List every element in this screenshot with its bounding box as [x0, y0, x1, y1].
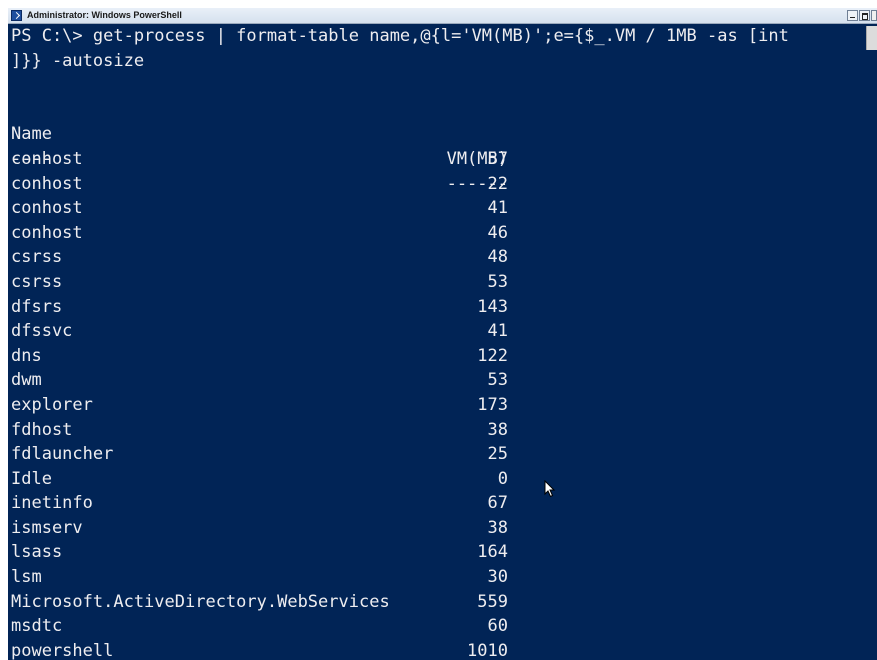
process-name: conhost [11, 148, 83, 169]
process-vm: 0 [497, 468, 508, 489]
process-name: Idle [11, 468, 52, 489]
process-vm: 53 [487, 370, 508, 391]
table-row: Microsoft.ActiveDirectory.WebServices 559 [11, 590, 877, 615]
process-name: fdlauncher [11, 444, 114, 465]
command-line: PS C:\> get-process | format-table name,… [11, 26, 789, 46]
process-vm: 1010 [467, 640, 508, 660]
table-row: dwm 53 [11, 368, 877, 393]
process-vm: 25 [487, 444, 508, 465]
process-vm: 57 [487, 148, 508, 169]
process-table: conhost 57 conhost 22 conhost 41 conhost 46 csrs… [11, 147, 877, 660]
maximize-button[interactable] [859, 10, 870, 21]
table-row: fdlauncher 25 [11, 442, 877, 467]
process-vm: 41 [487, 198, 508, 219]
table-row: inetinfo 67 [11, 491, 877, 516]
close-button[interactable] [871, 10, 877, 21]
process-vm: 46 [487, 222, 508, 243]
process-vm: 38 [487, 419, 508, 440]
table-row: msdtc 60 [11, 614, 877, 639]
process-vm: 173 [477, 394, 508, 415]
title-bar[interactable]: Administrator: Windows PowerShell [8, 8, 877, 24]
process-vm: 41 [487, 321, 508, 342]
command-line-continuation: ]}} -autosize [11, 50, 145, 71]
scrollbar[interactable] [866, 26, 877, 50]
table-row: lsass 164 [11, 540, 877, 565]
process-name: csrss [11, 247, 63, 268]
process-vm: 122 [477, 345, 508, 366]
process-name: conhost [11, 198, 83, 219]
process-vm: 559 [477, 591, 508, 612]
process-vm: 53 [487, 271, 508, 292]
process-vm: 38 [487, 517, 508, 538]
process-name: dfssvc [11, 321, 73, 342]
process-vm: 60 [487, 616, 508, 637]
console-output[interactable]: PS C:\> get-process | format-table name,… [8, 24, 877, 660]
table-separator: ---- ------ [11, 122, 877, 194]
table-row: conhost 57 [11, 147, 877, 172]
process-name: powershell [11, 640, 114, 660]
process-name: lsm [11, 567, 42, 588]
process-vm: 164 [477, 542, 508, 563]
process-vm: 67 [487, 493, 508, 514]
process-name: inetinfo [11, 493, 93, 514]
process-vm: 22 [487, 173, 508, 194]
table-row: Idle 0 [11, 467, 877, 492]
table-row: dns 122 [11, 344, 877, 369]
table-row: powershell 1010 [11, 639, 877, 660]
process-vm: 30 [487, 567, 508, 588]
window-title: Administrator: Windows PowerShell [27, 10, 182, 20]
process-name: msdtc [11, 616, 63, 637]
table-header: Name VM(MB) [11, 98, 877, 169]
process-name: Microsoft.ActiveDirectory.WebServices [11, 591, 390, 612]
process-name: csrss [11, 271, 63, 292]
process-name: conhost [11, 222, 83, 243]
table-row: fdhost 38 [11, 418, 877, 443]
process-name: lsass [11, 542, 63, 563]
process-name: dfsrs [11, 296, 63, 317]
process-name: fdhost [11, 419, 73, 440]
powershell-window[interactable]: Administrator: Windows PowerShell PS C:\… [8, 8, 877, 660]
table-row: conhost 22 [11, 172, 877, 197]
table-row: dfssvc 41 [11, 319, 877, 344]
table-row: conhost 41 [11, 196, 877, 221]
process-name: dns [11, 345, 42, 366]
powershell-icon [11, 10, 22, 21]
table-row: dfsrs 143 [11, 295, 877, 320]
table-row: lsm 30 [11, 565, 877, 590]
table-row: csrss 48 [11, 245, 877, 270]
process-name: dwm [11, 370, 42, 391]
process-vm: 48 [487, 247, 508, 268]
table-row: ismserv 38 [11, 516, 877, 541]
window-controls [846, 10, 877, 21]
process-name: ismserv [11, 517, 83, 538]
process-name: explorer [11, 394, 93, 415]
table-row: explorer 173 [11, 393, 877, 418]
mouse-pointer-icon [544, 480, 556, 498]
table-row: conhost 46 [11, 221, 877, 246]
process-vm: 143 [477, 296, 508, 317]
table-row: csrss 53 [11, 270, 877, 295]
minimize-button[interactable] [847, 10, 858, 21]
process-name: conhost [11, 173, 83, 194]
